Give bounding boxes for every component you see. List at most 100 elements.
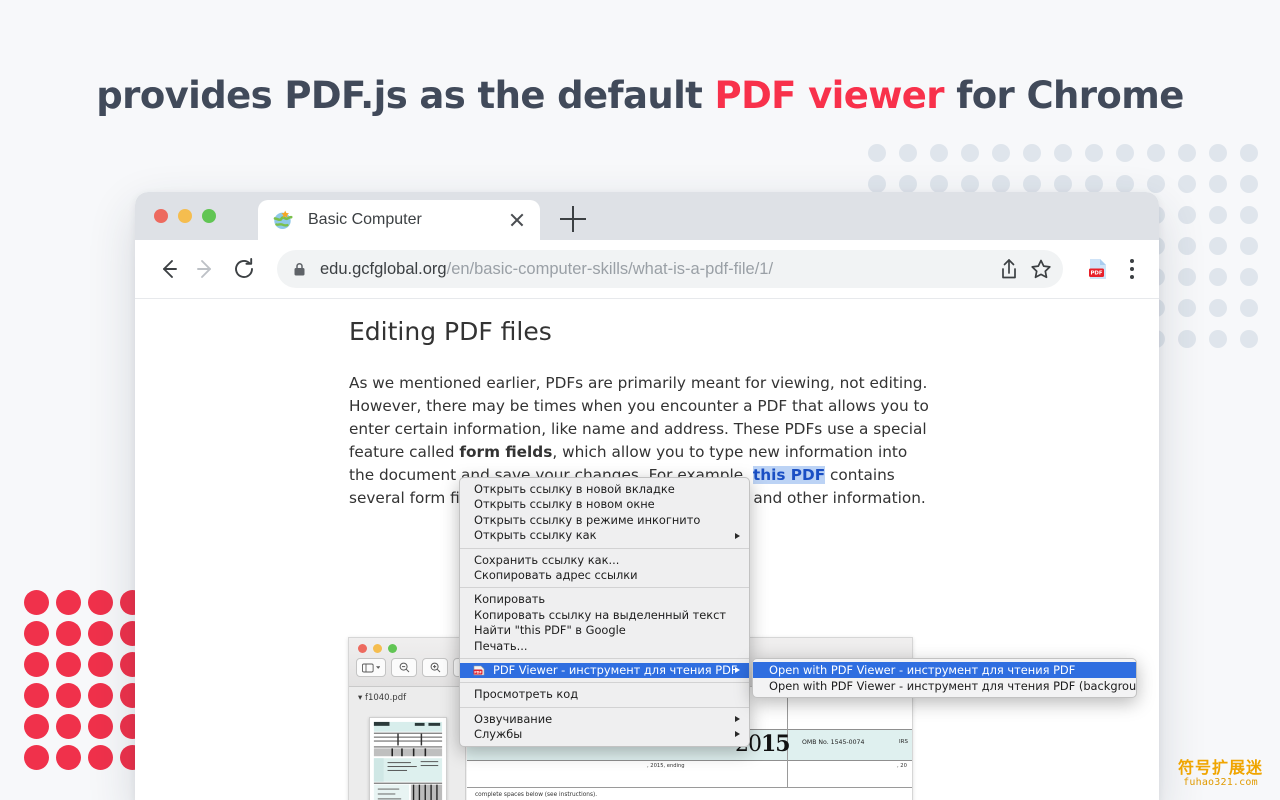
context-menu-item[interactable]: Открыть ссылку как [460,528,749,543]
form-omb-number: OMB No. 1545-0074 [802,739,865,746]
zoom-in-icon [422,658,448,677]
decorative-dot [992,144,1010,162]
context-menu-item[interactable]: Копировать [460,592,749,607]
decorative-dot [56,714,81,739]
decorative-dot [1023,144,1041,162]
decorative-dot [961,144,979,162]
page-title: Editing PDF files [349,317,552,346]
context-menu-item-label: Печать... [474,638,528,653]
context-menu-item-label: PDF Viewer - инструмент для чтения PDF [493,662,738,677]
decorative-dot [1178,330,1196,348]
decorative-dot [24,745,49,770]
address-bar-url: edu.gcfglobal.org/en/basic-computer-skil… [320,260,993,279]
decorative-dot [1240,206,1258,224]
context-menu-item-label: Службы [474,727,523,742]
decorative-dot [1116,144,1134,162]
thumbnail-render [370,718,446,800]
context-menu-item[interactable]: Просмотреть код [460,687,749,702]
decorative-dot [1116,175,1134,193]
decorative-dot [56,652,81,677]
decorative-dot [88,714,113,739]
close-window-button[interactable] [154,209,168,223]
forward-arrow-icon[interactable] [187,250,225,288]
svg-text:PDF: PDF [1090,271,1102,277]
globe-favicon [272,209,294,231]
context-menu-item[interactable]: Скопировать адрес ссылки [460,568,749,583]
decorative-dot [88,652,113,677]
browser-toolbar: edu.gcfglobal.org/en/basic-computer-skil… [135,240,1159,299]
decorative-dot [88,590,113,615]
page-headline: provides PDF.js as the default PDF viewe… [0,74,1280,117]
bold-term: form fields [459,443,553,461]
decorative-dot [1178,206,1196,224]
form-instruction-note: complete spaces below (see instructions)… [475,792,598,798]
context-menu-item-label: Копировать ссылку на выделенный текст [474,607,727,622]
minimize-window-button[interactable] [178,209,192,223]
preview-sidebar: ▾ f1040.pdf [349,687,466,800]
pdf-page-thumbnail [369,717,447,800]
decorative-dot [1054,144,1072,162]
context-menu-item[interactable]: Открыть ссылку в новой вкладке [460,482,749,497]
address-bar[interactable]: edu.gcfglobal.org/en/basic-computer-skil… [277,250,1063,288]
decorative-dot [868,175,886,193]
context-menu-item[interactable]: Службы [460,727,749,742]
submenu-item[interactable]: Open with PDF Viewer - инструмент для чт… [753,678,1136,694]
share-icon[interactable] [993,253,1025,285]
decorative-dot [56,621,81,646]
context-menu-item[interactable]: PDF PDF Viewer - инструмент для чтения PD… [460,662,749,679]
decorative-dot [930,175,948,193]
decorative-red-dot-grid [24,590,145,780]
menu-separator [460,547,749,549]
context-menu-item-label: Открыть ссылку в новой вкладке [474,482,675,496]
preview-filename-text: f1040.pdf [364,693,407,703]
context-menu-item-label: Сохранить ссылку как... [474,552,620,567]
decorative-dot [1178,144,1196,162]
submenu-item[interactable]: Open with PDF Viewer - инструмент для чт… [753,662,1136,678]
url-domain: edu.gcfglobal.org [320,259,447,278]
decorative-dot [1023,175,1041,193]
decorative-dot [56,745,81,770]
close-icon[interactable] [506,209,528,231]
decorative-dot [1209,175,1227,193]
browser-tab-strip: Basic Computer [135,192,1159,240]
decorative-dot [1054,175,1072,193]
decorative-dot [1085,175,1103,193]
zoom-out-icon [391,658,417,677]
context-menu-item[interactable]: Сохранить ссылку как... [460,553,749,568]
context-menu-item[interactable]: Открыть ссылку в новом окне [460,497,749,512]
form-rule-1 [467,787,912,788]
decorative-dot [992,175,1010,193]
this-pdf-link[interactable]: this PDF [752,466,826,484]
context-menu-item[interactable]: Найти "this PDF" в Google [460,623,749,638]
decorative-dot [1209,268,1227,286]
new-tab-button[interactable] [560,206,586,232]
bookmark-star-icon[interactable] [1025,253,1057,285]
decorative-dot [899,175,917,193]
decorative-dot [56,683,81,708]
decorative-dot [1240,237,1258,255]
decorative-dot [961,175,979,193]
decorative-dot [1178,299,1196,317]
context-menu-item[interactable]: Печать... [460,639,749,654]
context-submenu[interactable]: Open with PDF Viewer - инструмент для чт… [752,658,1137,698]
reload-icon[interactable] [225,250,263,288]
maximize-window-button[interactable] [202,209,216,223]
submenu-arrow-icon [735,716,740,723]
back-arrow-icon[interactable] [149,250,187,288]
decorative-dot [1240,299,1258,317]
context-menu-item-label: Открыть ссылку в новом окне [474,497,655,512]
decorative-dot [1240,175,1258,193]
context-menu-item[interactable]: Озвучивание [460,712,749,727]
decorative-dot [24,652,49,677]
pdf-extension-icon[interactable]: PDF [1085,256,1111,282]
kebab-menu-icon[interactable] [1119,254,1145,284]
context-menu-item[interactable]: Открыть ссылку в режиме инкогнито [460,513,749,528]
context-menu[interactable]: Открыть ссылку в новой вкладке Открыть сс… [459,477,750,748]
decorative-dot [1209,237,1227,255]
browser-tab-basic-computer[interactable]: Basic Computer [258,200,540,240]
context-menu-item[interactable]: Копировать ссылку на выделенный текст [460,608,749,623]
svg-text:PDF: PDF [474,671,482,675]
submenu-item-label: Open with PDF Viewer - инструмент для чт… [769,663,1076,677]
decorative-dot [1085,144,1103,162]
sidebar-toggle-icon [356,658,386,677]
